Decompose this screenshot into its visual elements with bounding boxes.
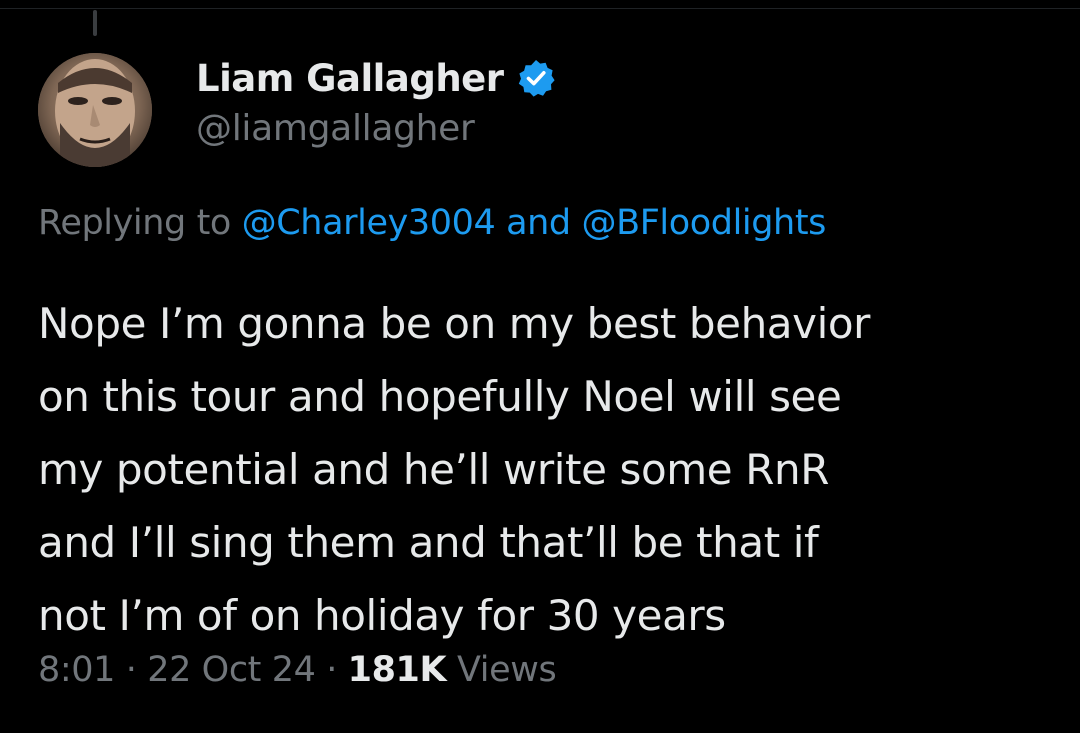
views-count[interactable]: 181K — [348, 650, 447, 690]
tweet-header: Liam Gallagher @liamgallagher — [196, 54, 556, 149]
views-label: Views — [456, 650, 557, 690]
tweet-time[interactable]: 8:01 — [38, 650, 115, 690]
tweet-meta: 8:01 · 22 Oct 24 · 181K Views — [38, 650, 557, 690]
verified-badge-icon — [516, 58, 556, 98]
name-row: Liam Gallagher — [196, 54, 556, 102]
user-handle[interactable]: @liamgallagher — [196, 108, 556, 149]
tweet-text-line: and I’ll sing them and that’ll be that i… — [38, 518, 819, 567]
mention-link-bfloodlights[interactable]: @BFloodlights — [581, 203, 826, 243]
replying-to-line: Replying to @Charley3004 and @BFloodligh… — [38, 203, 826, 243]
mention-link-charley3004[interactable]: @Charley3004 — [242, 203, 496, 243]
meta-separator: · — [125, 650, 137, 690]
avatar[interactable] — [38, 53, 152, 167]
thread-connector-line — [93, 10, 97, 36]
replying-to-joiner: and — [506, 203, 571, 243]
display-name[interactable]: Liam Gallagher — [196, 57, 504, 100]
top-divider — [0, 8, 1080, 9]
tweet-text-line: on this tour and hopefully Noel will see — [38, 372, 842, 421]
meta-separator: · — [326, 650, 337, 690]
replying-to-label: Replying to — [38, 203, 231, 243]
tweet-text-line: not I’m of on holiday for 30 years — [38, 591, 726, 640]
tweet-text-line: my potential and he’ll write some RnR — [38, 445, 829, 494]
tweet-text-line: Nope I’m gonna be on my best behavior — [38, 299, 871, 348]
tweet-text: Nope I’m gonna be on my best behavior on… — [38, 287, 1048, 652]
profile-photo-icon — [38, 53, 152, 167]
tweet-date[interactable]: 22 Oct 24 — [147, 650, 316, 690]
